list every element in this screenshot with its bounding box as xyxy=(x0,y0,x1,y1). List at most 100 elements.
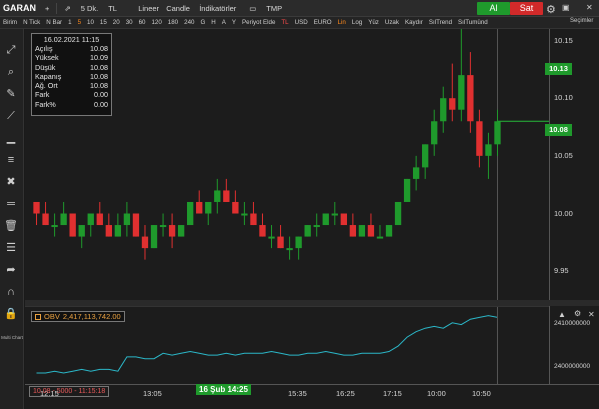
expand-icon[interactable]: ⤢ xyxy=(4,43,18,57)
template-select[interactable]: TMP xyxy=(261,4,287,13)
candle-body xyxy=(277,236,284,249)
pane-settings-icon[interactable]: ⚙ xyxy=(574,309,581,318)
candle-body xyxy=(51,225,58,228)
candle-body xyxy=(241,213,248,216)
toolbar2-item[interactable]: USD xyxy=(292,19,311,26)
toolbar2-item[interactable]: Y xyxy=(229,19,239,26)
candle-body xyxy=(494,121,501,145)
pane-up-icon[interactable]: ▲ xyxy=(558,310,566,319)
add-symbol-icon[interactable]: + xyxy=(40,4,54,13)
toolbar2-item[interactable]: Log xyxy=(349,19,365,26)
sell-button[interactable]: Sat xyxy=(510,2,543,15)
candle-body xyxy=(467,75,474,122)
candle-body xyxy=(449,98,456,110)
toolbar2-item[interactable]: G xyxy=(197,19,208,26)
toolbar2-item[interactable]: 5 xyxy=(75,19,84,26)
selections-label[interactable]: Seçimler xyxy=(570,18,593,24)
info-row-label: Ağ. Ort xyxy=(35,81,58,91)
toolbar2-item[interactable]: 1 xyxy=(65,19,74,26)
candle-body xyxy=(304,225,311,237)
time-tick: 13:05 xyxy=(143,389,162,398)
multi-chart-label[interactable]: Multi Chart xyxy=(1,335,23,340)
zoom-icon[interactable]: ⌕ xyxy=(4,65,18,79)
arrow-icon[interactable]: ➦ xyxy=(4,263,18,277)
candle-body xyxy=(295,236,302,249)
obv-line xyxy=(36,315,498,374)
candle-body xyxy=(232,201,239,214)
candle-body xyxy=(168,225,176,237)
currency-select[interactable]: TL xyxy=(103,4,133,13)
candle-body xyxy=(268,236,275,239)
price-tick: 10.10 xyxy=(554,93,573,103)
toolbar2-item[interactable]: 30 xyxy=(123,19,136,26)
toolbar2-item[interactable]: SılTrend xyxy=(426,19,455,26)
toolbar2-item[interactable]: Lin xyxy=(335,19,349,26)
toolbar2-item[interactable]: 180 xyxy=(165,19,181,26)
ohlc-info-panel: 16.02.2021 11:15 Açılış 10.08 Yüksek 10.09 D… xyxy=(31,33,112,116)
info-row: Ağ. Ort 10.08 xyxy=(32,81,111,90)
gear-icon[interactable]: ⚙ xyxy=(546,3,556,16)
toolbar2-item[interactable]: H xyxy=(208,19,218,26)
pencil-icon[interactable]: ✎ xyxy=(4,87,18,101)
info-row: Açılış 10.08 xyxy=(32,44,111,53)
candle-body xyxy=(60,213,67,226)
toolbar2-item[interactable]: 120 xyxy=(148,19,164,26)
toolbar2-item[interactable]: A xyxy=(219,19,229,26)
lock-icon[interactable]: 🔒 xyxy=(4,307,18,321)
toolbar2-item[interactable]: Yüz xyxy=(365,19,382,26)
trash-icon[interactable]: 🗑 xyxy=(4,219,18,233)
candle-body xyxy=(458,75,465,110)
info-row-label: Düşük xyxy=(35,62,56,72)
obv-color-swatch xyxy=(35,313,41,320)
channel-tool-icon[interactable]: ▁ xyxy=(4,131,18,145)
time-tick: 16:25 xyxy=(336,389,355,398)
external-link-icon[interactable]: ⇗ xyxy=(59,4,75,13)
toolbar2-item[interactable]: Birim xyxy=(0,19,20,26)
time-tick: 17:15 xyxy=(383,389,402,398)
magnet-icon[interactable]: ∩ xyxy=(4,285,18,299)
buy-button[interactable]: Al xyxy=(477,2,510,15)
candle-body xyxy=(105,225,112,237)
candle-body xyxy=(159,225,167,228)
indicators-button[interactable]: İndikatörler xyxy=(194,4,244,13)
candle-body xyxy=(223,190,230,202)
toolbar2-item[interactable]: 60 xyxy=(136,19,149,26)
toolbar2-item[interactable]: N Tick xyxy=(20,19,43,26)
toolbar2-item[interactable]: TL xyxy=(278,19,291,26)
pane-close-icon[interactable]: ✕ xyxy=(588,310,595,319)
obv-legend[interactable]: OBV 2,417,113,742.00 xyxy=(31,311,125,322)
align-icon[interactable]: ☰ xyxy=(4,241,18,255)
scale-select[interactable]: Lineer xyxy=(133,4,161,13)
info-row-label: Fark xyxy=(35,90,50,100)
line-tool-icon[interactable]: ⟋ xyxy=(4,109,18,123)
toolbar2-item[interactable]: Kaydır xyxy=(402,19,426,26)
candle-body xyxy=(114,225,122,237)
folder-icon[interactable]: ▭ xyxy=(244,4,261,13)
close-icon[interactable]: ✕ xyxy=(586,3,593,12)
toolbar2-item[interactable]: Uzak xyxy=(382,19,402,26)
ruler-icon[interactable]: ═ xyxy=(4,197,18,211)
chart-type-select[interactable]: Candle xyxy=(161,4,194,13)
candle-body xyxy=(431,121,438,145)
price-tick: 9.95 xyxy=(554,266,569,276)
info-row-value: 10.08 xyxy=(90,62,108,72)
fibonacci-tool-icon[interactable]: ≡ xyxy=(4,153,18,167)
toolbar2-item[interactable]: 10 xyxy=(84,19,97,26)
toolbar2-item[interactable]: 240 xyxy=(181,19,197,26)
candle-body xyxy=(214,190,221,202)
info-row-value: 10.08 xyxy=(90,81,108,91)
symbol-label[interactable]: GARAN xyxy=(0,3,40,13)
toolbar2-item[interactable]: 20 xyxy=(110,19,123,26)
candle-body xyxy=(87,213,94,226)
toolbar2-item[interactable]: N Bar xyxy=(43,19,65,26)
cross-tool-icon[interactable]: ✖ xyxy=(4,175,18,189)
info-row: Yüksek 10.09 xyxy=(32,53,111,62)
window-control-icon[interactable]: ▣ xyxy=(562,3,570,12)
toolbar2-item[interactable]: Periyot Elde xyxy=(239,19,278,26)
candle-body xyxy=(123,213,131,226)
period-select[interactable]: 5 Dk. xyxy=(76,4,104,13)
toolbar2-item[interactable]: SılTumünd xyxy=(455,19,491,26)
toolbar2-item[interactable]: EURO xyxy=(311,19,335,26)
toolbar2-item[interactable]: 15 xyxy=(97,19,110,26)
time-tick: 10:50 xyxy=(472,389,491,398)
